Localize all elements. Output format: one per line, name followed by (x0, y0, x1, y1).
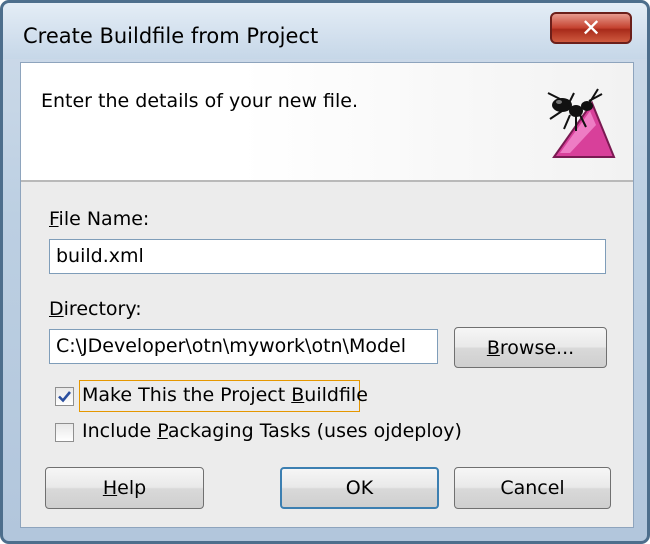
include-packaging-label[interactable]: Include Packaging Tasks (uses ojdeploy) (82, 420, 462, 442)
browse-button-label: Browse... (486, 336, 575, 359)
file-name-input[interactable]: build.xml (49, 239, 606, 274)
directory-input[interactable]: C:\JDeveloper\otn\mywork\otn\Model (49, 329, 438, 364)
browse-button[interactable]: Browse... (454, 327, 607, 368)
directory-label: Directory: (49, 298, 142, 320)
header-panel: Enter the details of your new file. (21, 63, 633, 182)
make-project-buildfile-checkbox[interactable] (55, 387, 74, 406)
close-button[interactable]: ✕ (550, 12, 632, 44)
make-project-buildfile-label[interactable]: Make This the Project Buildfile (82, 384, 368, 406)
dialog-content: Enter the details of your new file. File… (20, 62, 634, 528)
include-packaging-checkbox[interactable] (55, 423, 74, 442)
checkmark-icon (58, 391, 72, 403)
window-title: Create Buildfile from Project (23, 24, 319, 48)
close-icon: ✕ (580, 14, 602, 42)
dialog-window: Create Buildfile from Project ✕ Enter th… (0, 0, 650, 544)
file-name-value: build.xml (56, 245, 144, 267)
help-button[interactable]: Help (45, 467, 204, 509)
directory-value: C:\JDeveloper\otn\mywork\otn\Model (56, 335, 407, 357)
cancel-button[interactable]: Cancel (454, 467, 611, 509)
ant-logo-icon (547, 88, 616, 158)
file-name-label: File Name: (49, 208, 150, 230)
help-button-label: Help (102, 477, 147, 499)
header-instruction: Enter the details of your new file. (41, 90, 358, 112)
ok-button[interactable]: OK (280, 467, 439, 509)
title-bar[interactable]: Create Buildfile from Project ✕ (3, 3, 647, 59)
